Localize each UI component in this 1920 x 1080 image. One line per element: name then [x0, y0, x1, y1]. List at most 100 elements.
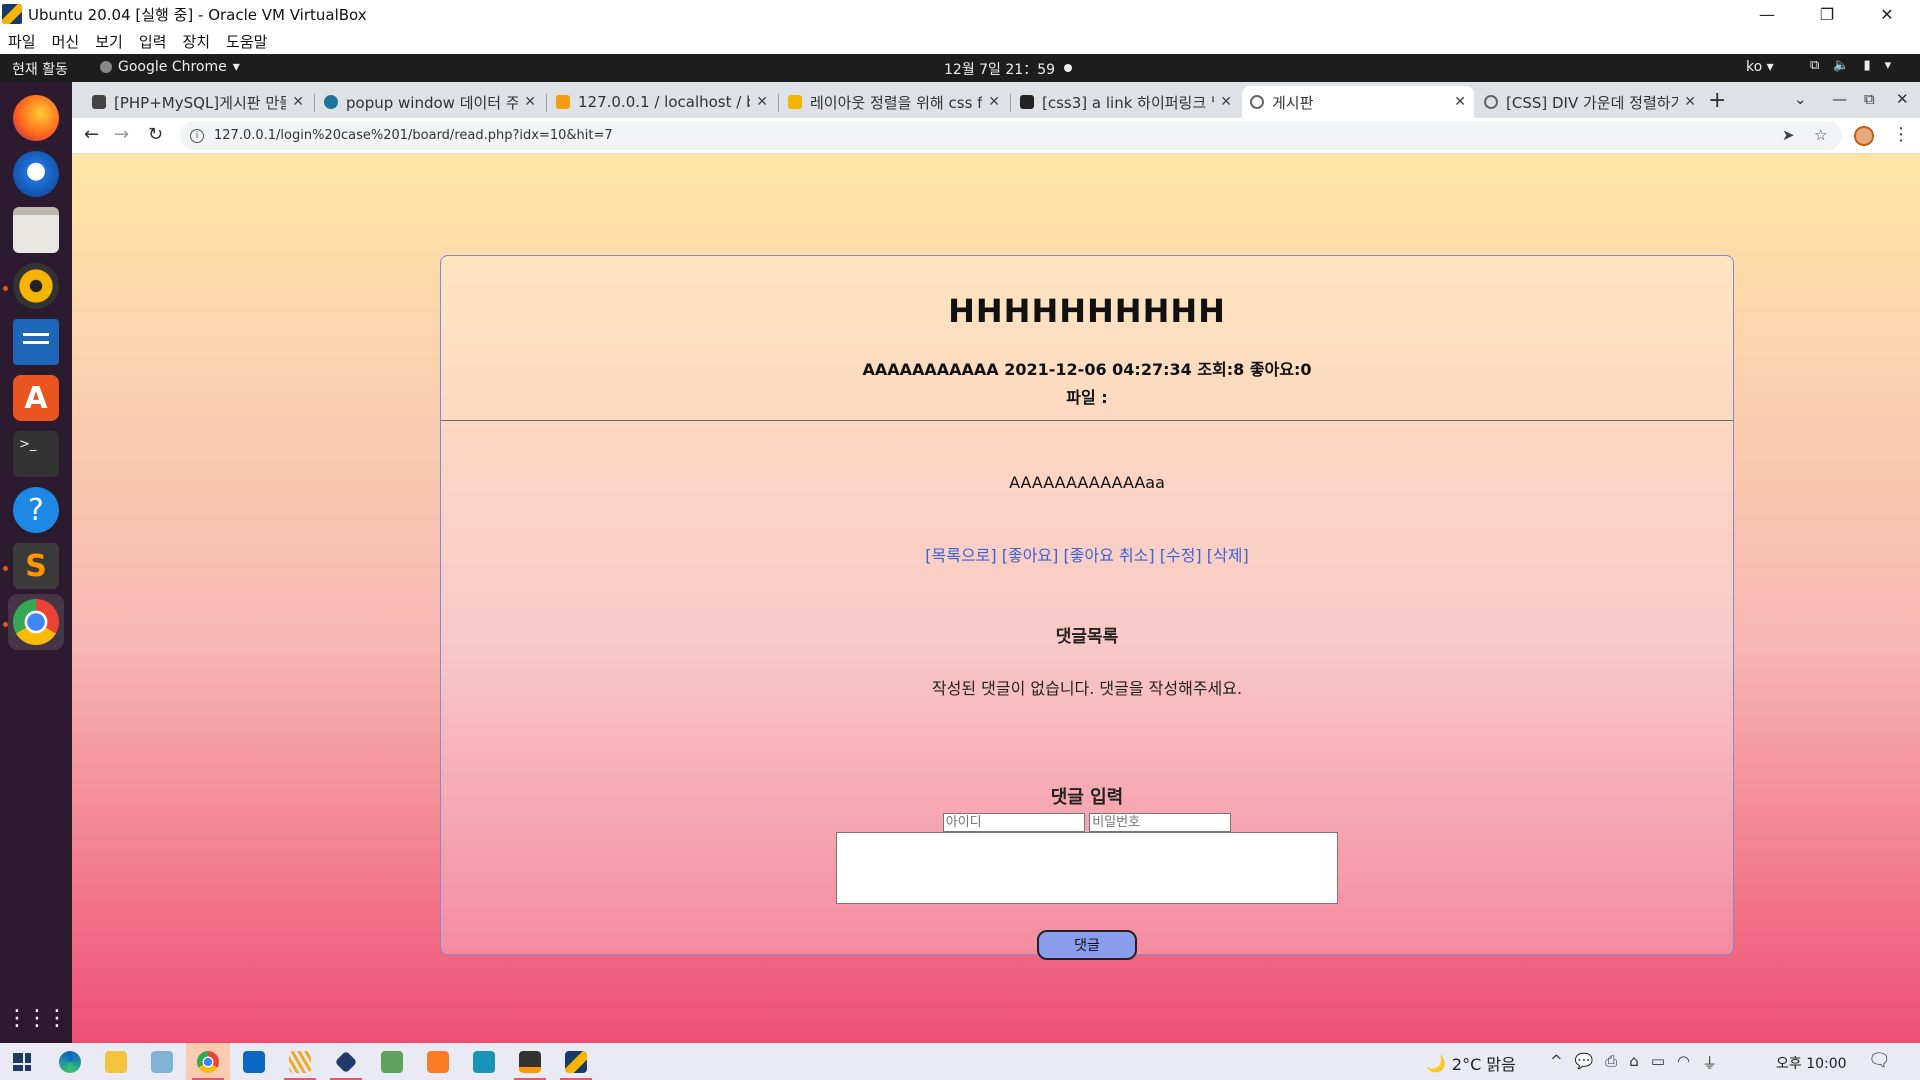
bookmark-star-icon[interactable]: ☆ — [1814, 126, 1827, 144]
profile-avatar[interactable] — [1854, 126, 1874, 146]
app-menu[interactable]: Google Chrome ▾ — [100, 59, 240, 75]
app-menu-label: Google Chrome — [118, 59, 227, 75]
restore-button[interactable]: ❐ — [1804, 0, 1850, 28]
notification-center-icon[interactable]: 🗨 — [1868, 1050, 1891, 1071]
dock-firefox[interactable] — [8, 90, 64, 146]
tab-phpmyadmin[interactable]: 127.0.0.1 / localhost / bb ✕ — [548, 86, 776, 118]
tab-close-icon[interactable]: ✕ — [1684, 94, 1696, 110]
dock-chrome[interactable] — [8, 594, 64, 650]
back-button[interactable]: ← — [84, 124, 99, 145]
delete-link[interactable]: [삭제] — [1207, 546, 1249, 565]
tab-label: [PHP+MySQL]게시판 만들 — [114, 93, 287, 112]
dock-writer[interactable] — [8, 314, 64, 370]
menu-file[interactable]: 파일 — [8, 31, 36, 52]
xampp-icon — [427, 1050, 449, 1073]
comment-password-input[interactable] — [1089, 813, 1232, 832]
tab-php-board[interactable]: [PHP+MySQL]게시판 만들 ✕ — [84, 86, 312, 118]
menu-input[interactable]: 입력 — [139, 31, 167, 52]
battery-icon[interactable]: ▭ — [1651, 1052, 1665, 1073]
comment-textarea[interactable] — [836, 832, 1338, 904]
post-title: HHHHHHHHHH — [948, 292, 1226, 330]
software-icon: A — [13, 375, 59, 421]
virtualbox-vm-icon — [565, 1050, 587, 1073]
taskbar-virtualbox[interactable] — [324, 1043, 368, 1080]
taskbar-edge[interactable] — [48, 1043, 92, 1080]
start-button[interactable] — [0, 1043, 44, 1080]
dock-terminal[interactable]: >_ — [8, 426, 64, 482]
show-apps-button[interactable]: ⋮⋮⋮ — [6, 990, 68, 1046]
reload-button[interactable]: ↻ — [148, 124, 163, 145]
dock-sublime[interactable]: S — [8, 538, 64, 594]
tab-popup-window[interactable]: popup window 데이터 주 ✕ — [316, 86, 544, 118]
weather-widget[interactable]: 🌙 2°C 맑음 — [1426, 1051, 1516, 1075]
tab-close-icon[interactable]: ✕ — [988, 94, 1000, 110]
chrome-close-button[interactable]: ✕ — [1896, 90, 1909, 108]
input-method[interactable]: ko ▾ — [1746, 59, 1774, 75]
send-icon[interactable]: ➤ — [1782, 126, 1795, 144]
taskbar-virtualbox-vm[interactable] — [554, 1043, 598, 1080]
menu-help[interactable]: 도움말 — [226, 31, 267, 52]
comment-id-input[interactable] — [942, 813, 1085, 832]
chevron-up-icon[interactable]: ^ — [1550, 1052, 1563, 1073]
taskbar-terminal[interactable] — [462, 1043, 506, 1080]
tab-css-div-center[interactable]: [CSS] DIV 가운데 정렬하기 ✕ — [1476, 86, 1704, 118]
menu-view[interactable]: 보기 — [95, 31, 123, 52]
meet-icon[interactable]: ⎙ — [1605, 1052, 1617, 1073]
comment-submit-button[interactable]: 댓글 — [1037, 930, 1137, 960]
taskbar-winamp[interactable] — [278, 1043, 322, 1080]
taskbar-chrome[interactable] — [186, 1043, 230, 1080]
taskbar-notepad[interactable] — [140, 1043, 184, 1080]
dock-software[interactable]: A — [8, 370, 64, 426]
tab-favicon-icon — [92, 95, 106, 109]
tab-board-active[interactable]: 게시판 ✕ — [1242, 86, 1474, 118]
minimize-button[interactable]: — — [1744, 0, 1790, 28]
taskbar-clock[interactable]: 오후 10:00 — [1776, 1053, 1847, 1073]
chrome-restore-button[interactable]: ⧉ — [1864, 90, 1875, 108]
dock-rhythmbox[interactable] — [8, 258, 64, 314]
list-link[interactable]: [목록으로] — [925, 546, 996, 565]
forward-button[interactable]: → — [114, 124, 129, 145]
tab-close-icon[interactable]: ✕ — [1454, 94, 1466, 110]
post-meta: AAAAAAAAAAA 2021-12-06 04:27:34 조회:8 좋아요… — [862, 360, 1312, 379]
taskbar-editor[interactable] — [370, 1043, 414, 1080]
tab-search-button[interactable]: ⌄ — [1794, 90, 1807, 108]
new-tab-button[interactable]: + — [1708, 88, 1726, 113]
chrome-minimize-button[interactable]: — — [1832, 90, 1847, 108]
chat-icon[interactable]: 💬 — [1575, 1052, 1594, 1073]
taskbar-xampp[interactable] — [416, 1043, 460, 1080]
taskbar-mail[interactable] — [232, 1043, 276, 1080]
tab-layout-css[interactable]: 레이아웃 정렬을 위해 css f ✕ — [780, 86, 1008, 118]
unlike-link[interactable]: [좋아요 취소] — [1063, 546, 1154, 565]
wifi-icon[interactable]: ◠ — [1677, 1052, 1690, 1073]
chrome-icon — [197, 1050, 219, 1073]
tab-close-icon[interactable]: ✕ — [1220, 94, 1232, 110]
tab-divider — [546, 94, 547, 112]
dock-files[interactable] — [8, 202, 64, 258]
clock[interactable]: 12월 7일 21：59 — [944, 59, 1055, 79]
edit-link[interactable]: [수정] — [1160, 546, 1202, 565]
like-link[interactable]: [좋아요] — [1002, 546, 1059, 565]
system-tray[interactable]: ⧉ 🔈 ▮ ▾ — [1810, 58, 1891, 73]
url-text[interactable]: 127.0.0.1/login%20case%201/board/read.ph… — [214, 128, 613, 143]
taskbar-explorer[interactable] — [94, 1043, 138, 1080]
tab-css3-link[interactable]: [css3] a link 하이퍼링크 밑 ✕ — [1012, 86, 1240, 118]
menu-machine[interactable]: 머신 — [52, 31, 80, 52]
close-window-button[interactable]: ✕ — [1864, 0, 1910, 28]
menu-devices[interactable]: 장치 — [182, 31, 210, 52]
dock-thunderbird[interactable] — [8, 146, 64, 202]
virtualbox-titlebar: Ubuntu 20.04 [실행 중] - Oracle VM VirtualB… — [0, 0, 1920, 28]
page-viewport: HHHHHHHHHH AAAAAAAAAAA 2021-12-06 04:27:… — [72, 154, 1920, 1043]
activities-button[interactable]: 현재 활동 — [12, 59, 68, 79]
chrome-menu-button[interactable]: ⋮ — [1892, 124, 1910, 145]
tab-close-icon[interactable]: ✕ — [756, 94, 768, 110]
address-bar[interactable]: i 127.0.0.1/login%20case%201/board/read.… — [180, 121, 1842, 150]
pencil-icon — [788, 95, 802, 109]
dock-help[interactable]: ? — [8, 482, 64, 538]
site-info-icon[interactable]: i — [190, 128, 204, 143]
tab-close-icon[interactable]: ✕ — [524, 94, 536, 110]
usb-icon[interactable]: ⏚ — [1702, 1052, 1717, 1073]
taskbar-sublime[interactable] — [508, 1043, 552, 1080]
battery-icon: ▮ — [1863, 58, 1871, 73]
display-icon[interactable]: ⌂ — [1629, 1052, 1639, 1073]
tab-close-icon[interactable]: ✕ — [292, 94, 304, 110]
